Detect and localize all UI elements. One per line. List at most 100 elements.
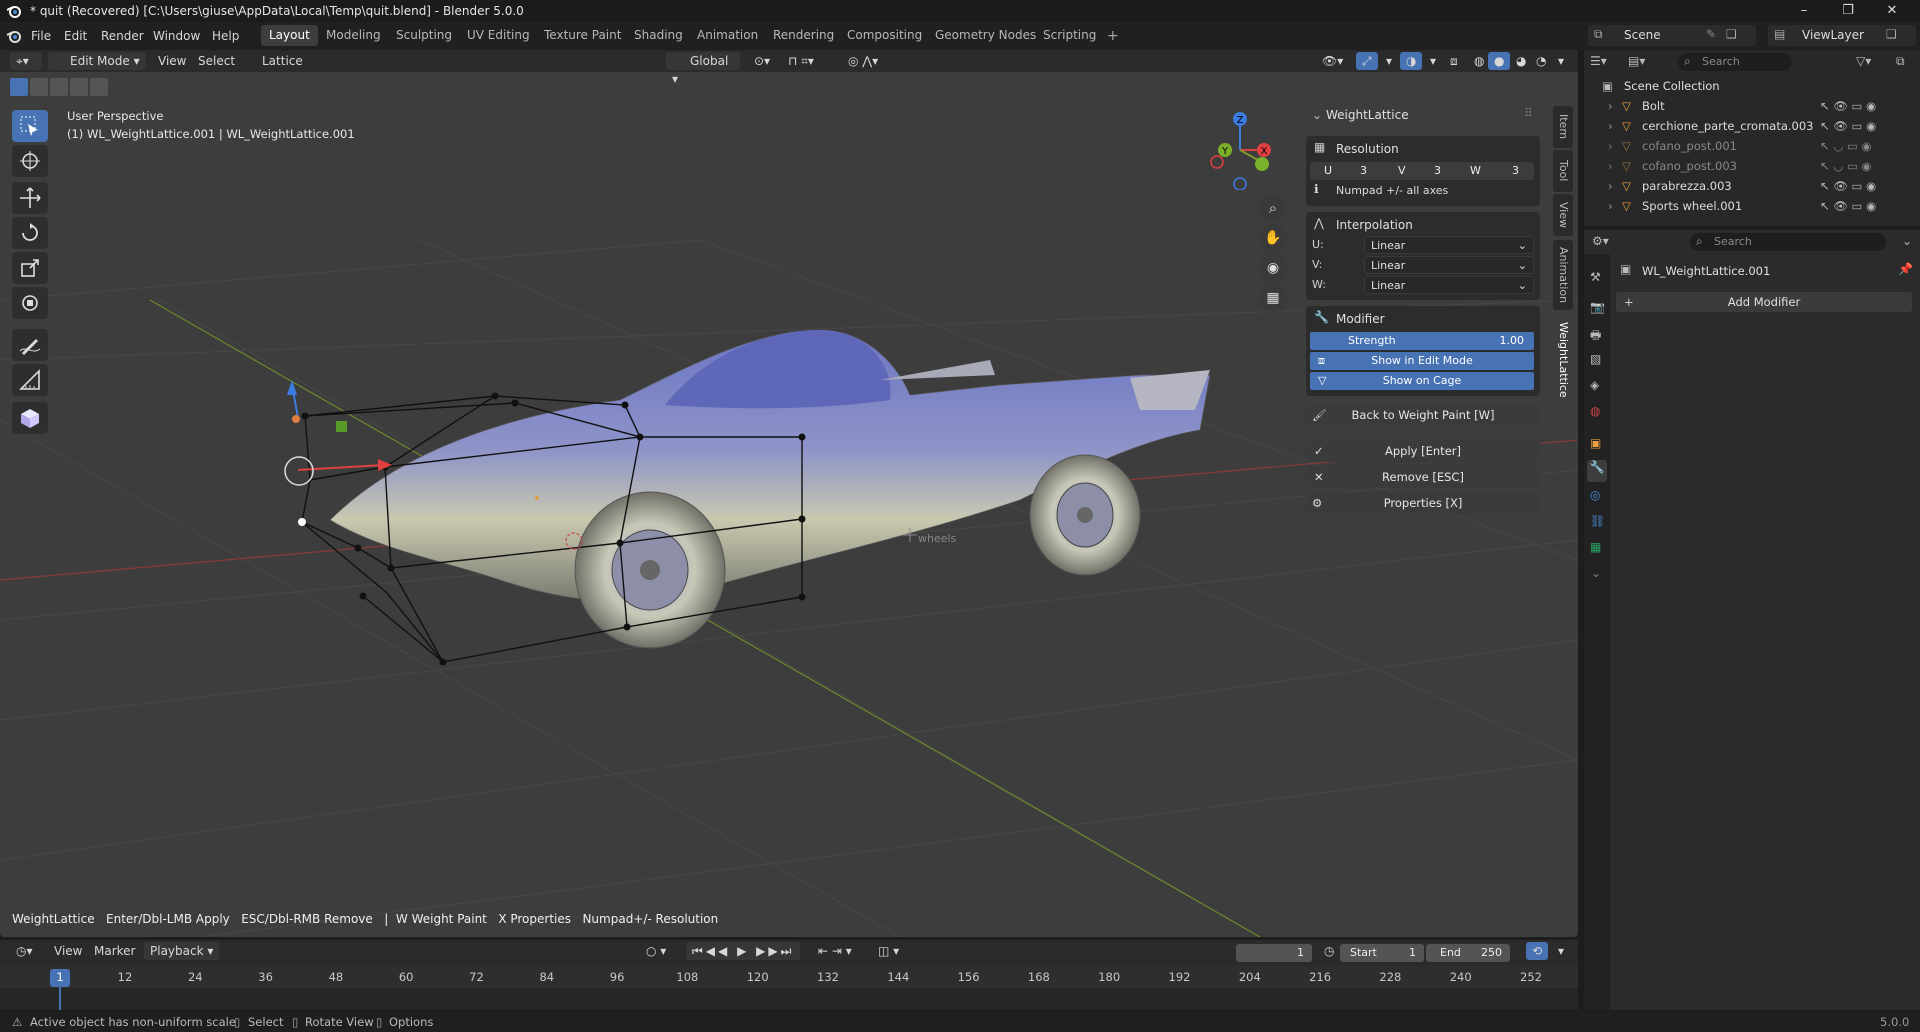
sync-dropdown-icon[interactable]: ▾	[1552, 942, 1570, 960]
solid-shading-icon[interactable]: ●	[1488, 52, 1511, 70]
close-button[interactable]: ✕	[1870, 0, 1914, 22]
select-intersect-icon[interactable]	[90, 78, 108, 96]
measure-tool[interactable]	[12, 364, 48, 396]
timeline-menu-playback[interactable]: Playback ▾	[144, 942, 220, 960]
menu-window[interactable]: Window	[153, 27, 200, 45]
tab-texture-paint[interactable]: Texture Paint	[536, 25, 629, 46]
outliner-row[interactable]: › ▽ cofano_post.003 ↖ ◡ ▭ ◉	[1584, 156, 1920, 176]
mode-selector[interactable]: Edit Mode ▾	[48, 52, 146, 70]
view-layer-selector[interactable]: ▤ ViewLayer ❏	[1768, 25, 1916, 46]
camera-view-icon[interactable]: ◉	[1259, 254, 1287, 282]
move-tool[interactable]	[12, 182, 48, 214]
tab-scripting[interactable]: Scripting	[1035, 25, 1104, 46]
outliner-row[interactable]: › ▽ cofano_post.001 ↖ ◡ ▭ ◉	[1584, 136, 1920, 156]
apply-button[interactable]: ✓ Apply [Enter]	[1306, 440, 1540, 462]
y-axis-neg-icon[interactable]	[1255, 157, 1269, 171]
minimize-button[interactable]: –	[1782, 0, 1826, 22]
row-toggles-icon[interactable]: ↖ ◡ ▭ ◉	[1820, 156, 1872, 176]
zoom-icon[interactable]: ⌕	[1259, 194, 1287, 222]
row-toggles-icon[interactable]: ↖ 👁 ▭ ◉	[1820, 196, 1876, 216]
output-tab-icon[interactable]: 🖶	[1590, 326, 1601, 347]
menu-edit[interactable]: Edit	[64, 27, 87, 45]
scene-collection-row[interactable]: ▣ Scene Collection	[1584, 76, 1920, 96]
physics-tab-icon[interactable]: ◎	[1590, 488, 1600, 502]
render-tab-icon[interactable]: 📷	[1590, 300, 1605, 314]
preview-range-icon[interactable]: ◷	[1318, 942, 1340, 960]
gizmo-toggle-icon[interactable]: ⤢	[1356, 52, 1378, 70]
blender-menu-icon[interactable]	[6, 28, 22, 44]
lattice-select-mode[interactable]	[10, 78, 108, 96]
timeline-ruler[interactable]: 1 12 24 36 48 60 72 84 96 108 120 132 144 156 168 180 19…	[0, 966, 1578, 1010]
tab-weightlattice[interactable]: WeightLattice	[1553, 314, 1573, 406]
menu-select[interactable]: Select	[192, 52, 241, 70]
scale-tool[interactable]	[12, 252, 48, 284]
rotate-tool[interactable]	[12, 217, 48, 249]
snap-icon[interactable]: ⊓ ⌗▾	[782, 52, 820, 70]
constraints-tab-icon[interactable]: ⛓	[1590, 514, 1605, 528]
add-cube-tool[interactable]	[12, 402, 48, 434]
u-value[interactable]: 3	[1360, 162, 1367, 180]
timeline-menu-view[interactable]: View	[48, 942, 88, 960]
expand-chevron-icon[interactable]: ›	[1608, 136, 1613, 156]
strength-slider[interactable]: Strength 1.00	[1310, 332, 1534, 350]
current-frame-field[interactable]: 1	[1236, 944, 1312, 962]
tab-geometry-nodes[interactable]: Geometry Nodes	[927, 25, 1044, 46]
menu-render[interactable]: Render	[101, 27, 144, 45]
gizmo-dropdown-icon[interactable]: ▾	[1380, 52, 1398, 70]
tab-modeling[interactable]: Modeling	[318, 25, 389, 46]
panel-header[interactable]: ⌄ WeightLattice ⠿	[1306, 102, 1540, 132]
menu-view[interactable]: View	[152, 52, 192, 70]
editor-type-icon[interactable]: ⌖▾	[10, 52, 42, 70]
row-toggles-icon[interactable]: ↖ 👁 ▭ ◉	[1820, 116, 1876, 136]
add-workspace-button[interactable]: +	[1107, 27, 1119, 45]
pan-hand-icon[interactable]: ✋	[1259, 224, 1287, 252]
outliner-row[interactable]: › ▽ Sports wheel.001 ↖ 👁 ▭ ◉	[1584, 196, 1920, 216]
timeline-menu-marker[interactable]: Marker	[88, 942, 141, 960]
outliner-row[interactable]: › ▽ Bolt ↖ 👁 ▭ ◉	[1584, 96, 1920, 116]
tab-item[interactable]: Item	[1553, 106, 1573, 148]
rendered-shading-icon[interactable]: ◔	[1530, 52, 1552, 70]
expand-chevron-icon[interactable]: ›	[1608, 156, 1613, 176]
world-tab-icon[interactable]: ◍	[1590, 404, 1600, 418]
modifier-tab-icon[interactable]: 🔧	[1587, 460, 1607, 482]
pin-icon[interactable]: ✎	[1706, 27, 1716, 41]
menu-help[interactable]: Help	[212, 27, 239, 45]
drag-handle-icon[interactable]: ⠿	[1524, 106, 1533, 120]
cursor-tool[interactable]	[12, 145, 48, 177]
new-collection-icon[interactable]: ⧉	[1896, 54, 1905, 69]
new-scene-icon[interactable]: ❏	[1726, 27, 1737, 41]
keyframe-jump-icon[interactable]: ⇤ ⇥ ▾	[812, 942, 858, 960]
data-tab-icon[interactable]: ▦	[1590, 540, 1601, 554]
add-modifier-button[interactable]: + Add Modifier	[1616, 292, 1912, 312]
collapse-chevron-icon[interactable]: ⌄	[1312, 108, 1322, 122]
tab-uv-editing[interactable]: UV Editing	[459, 25, 538, 46]
record-icon[interactable]: ○ ▾	[640, 942, 672, 960]
tool-tab-icon[interactable]: ⚒	[1590, 270, 1601, 284]
properties-search-input[interactable]: ⌕ Search	[1690, 233, 1886, 251]
interp-v-dropdown[interactable]: Linear ⌄	[1364, 256, 1534, 274]
interp-u-dropdown[interactable]: Linear ⌄	[1364, 236, 1534, 254]
outliner-row[interactable]: › ▽ cerchione_parte_cromata.003 ↖ 👁 ▭ ◉	[1584, 116, 1920, 136]
tab-rendering[interactable]: Rendering	[765, 25, 842, 46]
properties-editor-icon[interactable]: ⚙▾	[1592, 234, 1609, 248]
tab-shading[interactable]: Shading	[626, 25, 691, 46]
playback-controls[interactable]: ⏮◀◀ ▶ ▶▶⏭	[686, 942, 801, 960]
transform-tool[interactable]	[12, 287, 48, 319]
scene-selector[interactable]: ⧉ Scene ✎ ❏	[1588, 25, 1756, 46]
outliner-row[interactable]: › ▽ parabrezza.003 ↖ 👁 ▭ ◉	[1584, 176, 1920, 196]
scene-tab-icon[interactable]: ◈	[1590, 378, 1599, 392]
expand-chevron-icon[interactable]: ›	[1608, 196, 1613, 216]
ortho-grid-icon[interactable]: ▦	[1259, 284, 1287, 312]
chevron-down-icon[interactable]: ⌄	[1902, 234, 1912, 248]
menu-file[interactable]: File	[31, 27, 51, 45]
filter-icon[interactable]: ▽▾	[1856, 54, 1871, 68]
maximize-button[interactable]: ❐	[1826, 0, 1870, 22]
new-view-layer-icon[interactable]: ❏	[1886, 27, 1897, 41]
sync-icon[interactable]: ⟲	[1526, 942, 1549, 960]
z-axis-neg-icon[interactable]	[1233, 177, 1247, 191]
expand-chevron-icon[interactable]: ›	[1608, 176, 1613, 196]
outliner-editor-icon[interactable]: ☰▾	[1590, 54, 1607, 68]
show-on-cage-toggle[interactable]: ▽ Show on Cage	[1310, 372, 1534, 390]
select-new-icon[interactable]	[10, 78, 28, 96]
tab-animation[interactable]: Animation	[1553, 240, 1573, 310]
